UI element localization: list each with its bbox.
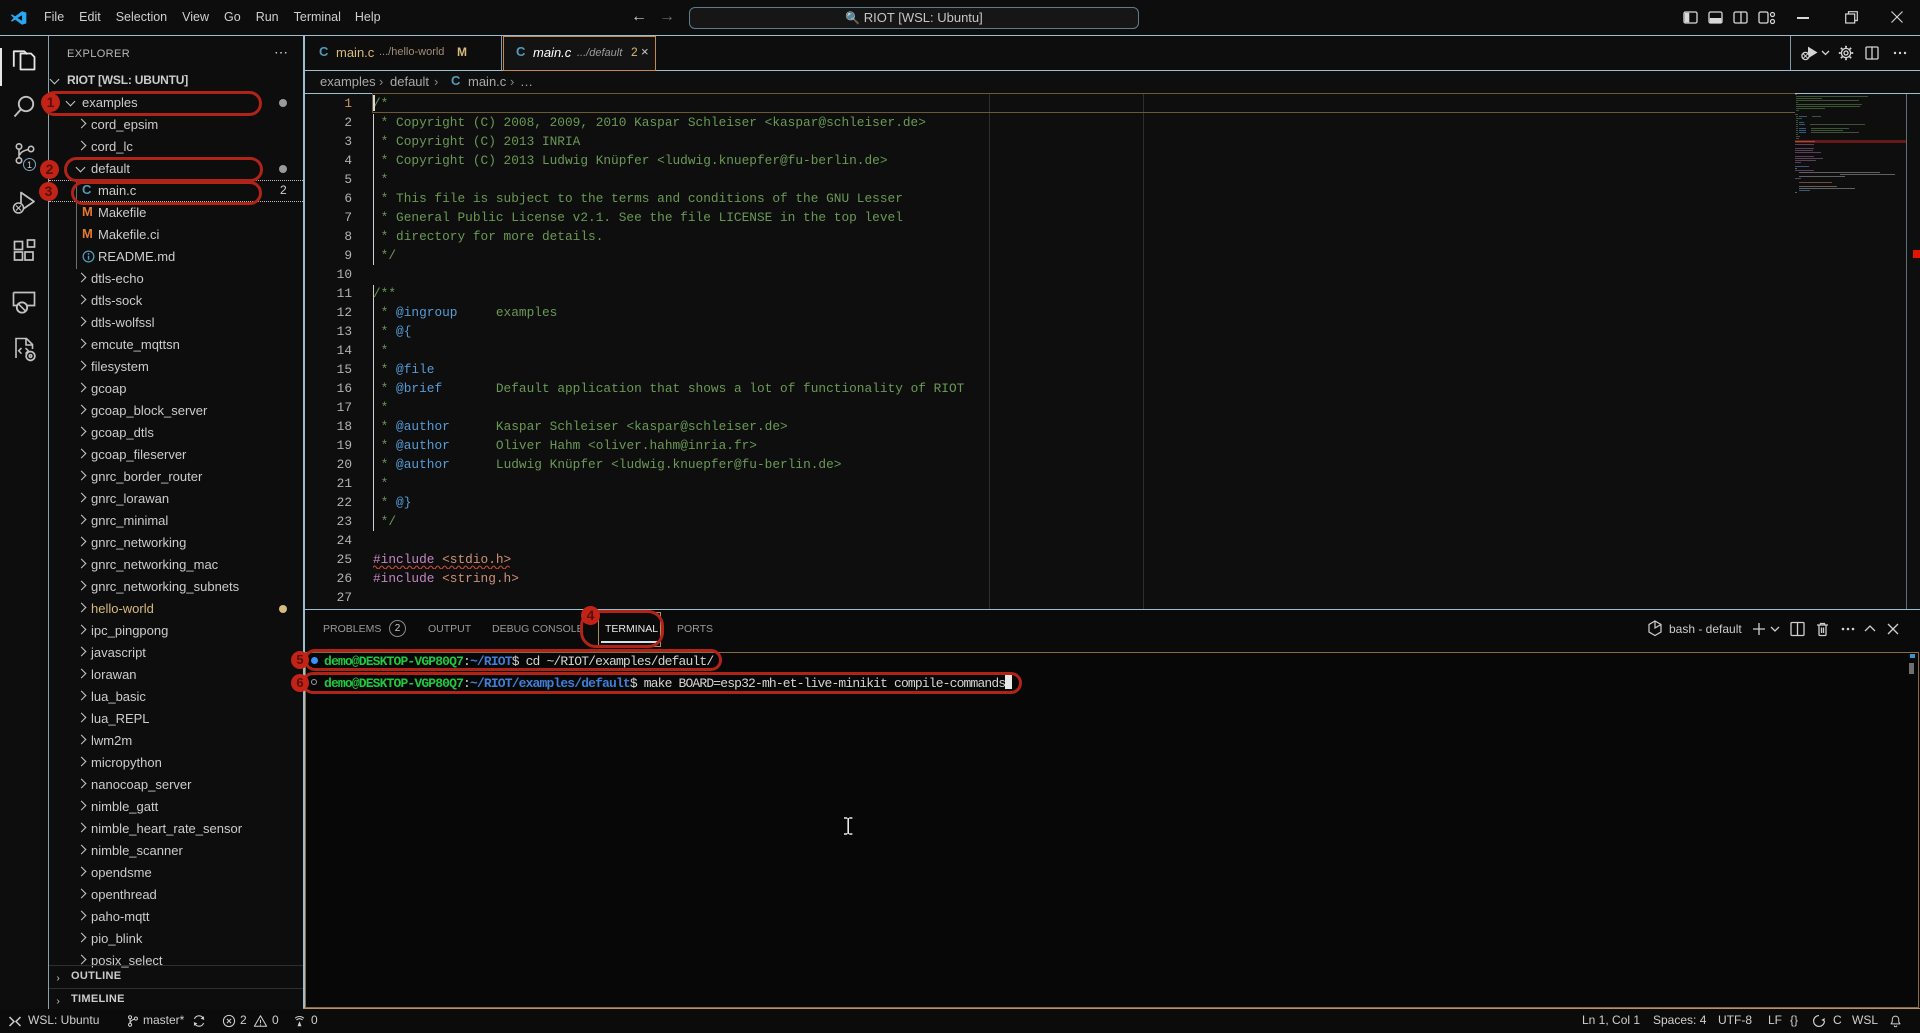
svg-text:bash - default: bash - default bbox=[1669, 622, 1742, 636]
